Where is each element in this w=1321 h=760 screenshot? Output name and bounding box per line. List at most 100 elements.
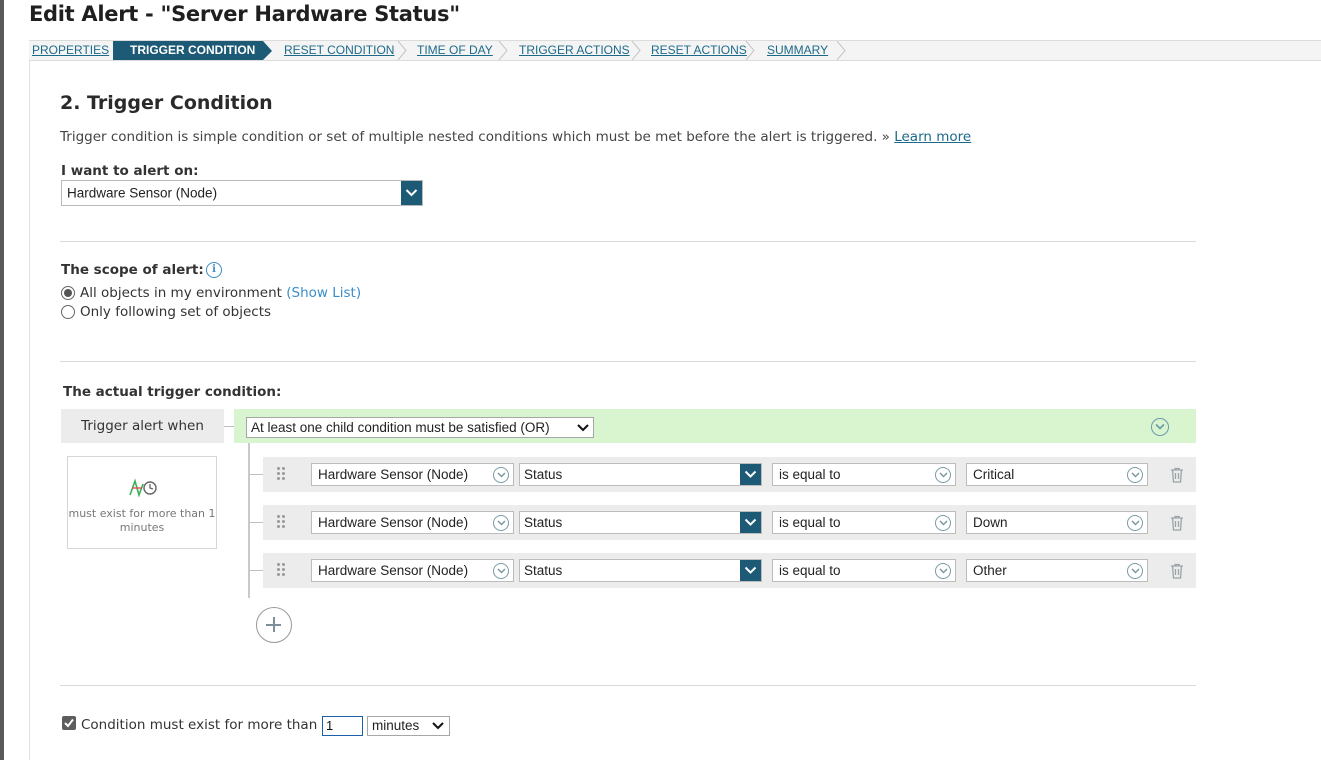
operator-value: is equal to	[779, 467, 841, 482]
step-time-of-day[interactable]: TIME OF DAY	[417, 41, 493, 60]
chevron-down-icon	[493, 467, 509, 483]
chevron-down-icon	[577, 424, 589, 432]
condition-value: Other	[973, 563, 1007, 578]
trigger-label: The actual trigger condition:	[63, 384, 282, 400]
chevron-down-icon	[935, 467, 951, 483]
tree-branch	[249, 474, 263, 475]
object-value: Hardware Sensor (Node)	[318, 563, 469, 578]
trash-icon[interactable]	[1170, 515, 1184, 531]
condition-value: Critical	[973, 467, 1015, 482]
content-border	[29, 61, 30, 760]
tree-branch	[249, 522, 263, 523]
object-select[interactable]: Hardware Sensor (Node)	[311, 511, 514, 534]
step-trigger-condition[interactable]: TRIGGER CONDITION	[113, 41, 273, 60]
connector-line	[224, 426, 234, 427]
field-value: Status	[524, 563, 563, 578]
chevron-right-icon	[396, 41, 408, 60]
value-select[interactable]: Down	[966, 511, 1148, 534]
field-select[interactable]: Status	[519, 511, 762, 534]
timer-card: must exist for more than 1 minutes	[67, 456, 217, 549]
scope-label: The scope of alert:	[61, 262, 204, 278]
operator-value: is equal to	[779, 563, 841, 578]
tree-line	[248, 443, 250, 598]
scope-following-label: Only following set of objects	[80, 304, 272, 320]
operator-select[interactable]: is equal to	[772, 463, 956, 486]
step-reset-actions[interactable]: RESET ACTIONS	[651, 41, 747, 60]
chevron-down-icon	[935, 563, 951, 579]
show-list-link[interactable]: (Show List)	[286, 285, 361, 301]
window-edge	[0, 0, 4, 760]
divider	[60, 361, 1196, 362]
wizard-steps: PROPERTIES TRIGGER CONDITION RESET CONDI…	[29, 40, 1321, 61]
description-text: Trigger condition is simple condition or…	[60, 129, 890, 145]
drag-handle-icon[interactable]	[277, 515, 287, 530]
value-select[interactable]: Critical	[966, 463, 1148, 486]
field-value: Status	[524, 515, 563, 530]
timer-caption: must exist for more than 1 minutes	[68, 507, 216, 534]
alert-on-select[interactable]: Hardware Sensor (Node)	[61, 180, 423, 206]
chevron-right-icon	[497, 41, 509, 60]
condition-duration-checkbox[interactable]	[62, 716, 76, 730]
radio-selected[interactable]	[61, 286, 75, 300]
chevron-right-icon	[630, 41, 642, 60]
info-icon[interactable]: i	[206, 262, 222, 278]
trash-icon[interactable]	[1170, 467, 1184, 483]
learn-more-link[interactable]: Learn more	[894, 129, 971, 145]
chevron-down-icon	[740, 560, 761, 581]
section-description: Trigger condition is simple condition or…	[60, 129, 971, 145]
group-operator-select[interactable]: At least one child condition must be sat…	[246, 417, 594, 438]
checkmark-icon	[64, 718, 74, 728]
condition-value: Down	[973, 515, 1008, 530]
timer-chart-icon	[129, 478, 157, 498]
chevron-down-icon	[740, 464, 761, 485]
field-select[interactable]: Status	[519, 463, 762, 486]
chevron-down-icon	[401, 181, 422, 205]
chevron-down-icon	[740, 512, 761, 533]
object-select[interactable]: Hardware Sensor (Node)	[311, 559, 514, 582]
object-select[interactable]: Hardware Sensor (Node)	[311, 463, 514, 486]
alert-on-value: Hardware Sensor (Node)	[67, 185, 218, 201]
step-trigger-actions[interactable]: TRIGGER ACTIONS	[519, 41, 630, 60]
step-properties[interactable]: PROPERTIES	[32, 41, 109, 60]
field-value: Status	[524, 467, 563, 482]
page-title: Edit Alert - "Server Hardware Status"	[29, 2, 460, 26]
group-menu-chevron-icon[interactable]	[1151, 418, 1169, 436]
chevron-down-icon	[1127, 563, 1143, 579]
operator-value: is equal to	[779, 515, 841, 530]
scope-all-label: All objects in my environment	[80, 285, 282, 301]
object-value: Hardware Sensor (Node)	[318, 515, 469, 530]
chevron-right-icon	[744, 41, 756, 60]
object-value: Hardware Sensor (Node)	[318, 467, 469, 482]
chevron-right-icon	[835, 41, 847, 60]
add-condition-button[interactable]	[256, 607, 292, 643]
alert-on-label: I want to alert on:	[61, 163, 199, 179]
chevron-down-icon	[1127, 515, 1143, 531]
operator-select[interactable]: is equal to	[772, 511, 956, 534]
section-heading: 2. Trigger Condition	[60, 92, 273, 114]
field-select[interactable]: Status	[519, 559, 762, 582]
operator-select[interactable]: is equal to	[772, 559, 956, 582]
drag-handle-icon[interactable]	[277, 467, 287, 482]
radio-unselected[interactable]	[61, 305, 75, 319]
divider	[60, 685, 1196, 686]
chevron-down-icon	[935, 515, 951, 531]
group-operator-value: At least one child condition must be sat…	[251, 420, 550, 435]
duration-unit-select[interactable]: minutes	[367, 716, 450, 736]
step-summary[interactable]: SUMMARY	[767, 41, 828, 60]
trigger-when-label: Trigger alert when	[61, 409, 224, 443]
chevron-down-icon	[1127, 467, 1143, 483]
divider	[60, 241, 1196, 242]
condition-row: Hardware Sensor (Node) Status is equal t…	[263, 457, 1196, 492]
tree-branch	[249, 570, 263, 571]
duration-input[interactable]: 1	[322, 716, 363, 736]
chevron-down-icon	[493, 515, 509, 531]
condition-row: Hardware Sensor (Node) Status is equal t…	[263, 505, 1196, 540]
duration-unit-value: minutes	[372, 718, 420, 733]
drag-handle-icon[interactable]	[277, 563, 287, 578]
value-select[interactable]: Other	[966, 559, 1148, 582]
trash-icon[interactable]	[1170, 563, 1184, 579]
condition-row: Hardware Sensor (Node) Status is equal t…	[263, 553, 1196, 588]
chevron-down-icon	[493, 563, 509, 579]
condition-duration-label: Condition must exist for more than	[81, 717, 318, 733]
step-reset-condition[interactable]: RESET CONDITION	[284, 41, 394, 60]
